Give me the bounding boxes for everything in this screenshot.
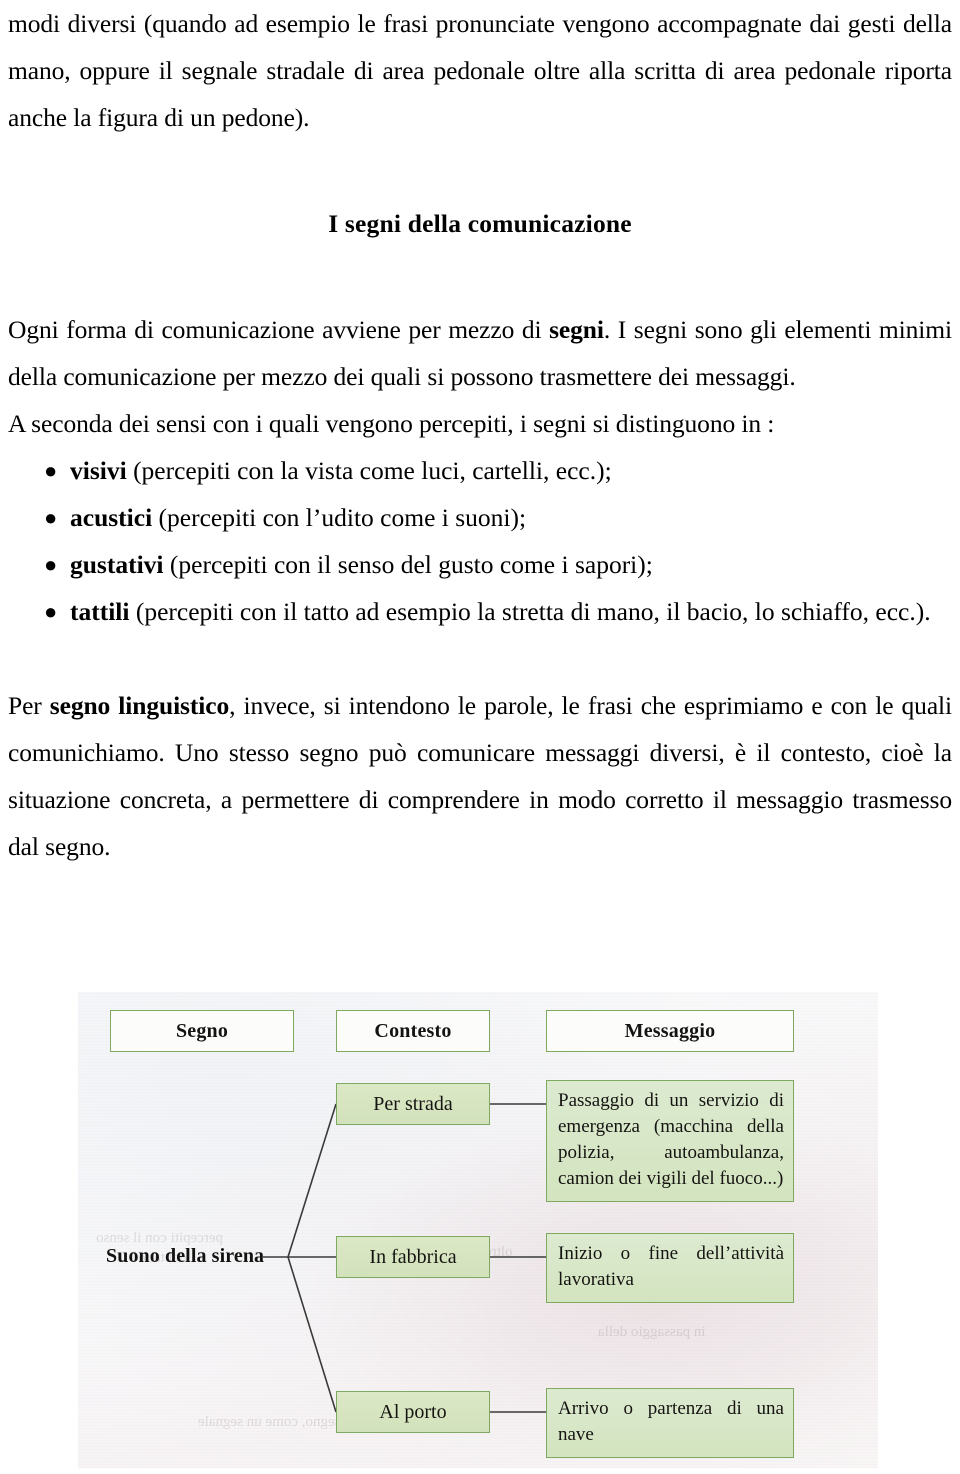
context-box-al-porto: Al porto [336,1391,490,1433]
list-item-description: (percepiti con il tatto ad esempio la st… [129,597,931,626]
paragraph-senses: A seconda dei sensi con i quali vengono … [8,409,775,438]
sign-label-suono-della-sirena: Suono della sirena [106,1245,265,1267]
list-item-term: visivi [70,456,127,485]
message-box-arrivo-partenza-nave: Arrivo o partenza di una nave [546,1388,794,1458]
document-text-column: modi diversi (quando ad esempio le frasi… [8,0,952,870]
bullet-icon: ● [44,505,58,530]
list-item-term: gustativi [70,550,164,579]
bullet-icon: ● [44,458,58,483]
intro-text-part1: Ogni forma di comunicazione avviene per … [8,315,550,344]
document-page: modi diversi (quando ad esempio le frasi… [0,0,960,1474]
context-box-in-fabbrica: In fabbrica [336,1236,490,1278]
list-item: ● acustici (percepiti con l’udito come i … [8,494,952,541]
context-box-per-strada: Per strada [336,1083,490,1125]
list-item-description: (percepiti con il senso del gusto come i… [163,550,653,579]
bullet-icon: ● [44,599,58,624]
list-item: ● tattili (percepiti con il tatto ad esem… [8,588,952,635]
column-header-segno: Segno [110,1010,294,1052]
column-header-messaggio: Messaggio [546,1010,794,1052]
sign-types-list: ● visivi (percepiti con la vista come luc… [8,447,952,635]
linguistic-bold-term: segno linguistico [49,691,230,720]
message-box-attivita-lavorativa: Inizio o fine dell’attività lavorativa [546,1233,794,1303]
column-header-contesto: Contesto [336,1010,490,1052]
list-item-description: (percepiti con l’udito come i suoni); [152,503,527,532]
list-item-description: (percepiti con la vista come luci, carte… [126,456,612,485]
figure-sign-context-message-diagram: percepiti con il senso del tatto sono gl… [78,992,878,1468]
list-item-term: acustici [70,503,153,532]
list-item-term: tattili [70,597,130,626]
list-item: ● visivi (percepiti con la vista come luc… [8,447,952,494]
paragraph-linguistic-sign: Per segno linguistico, invece, si intend… [8,682,952,870]
linguistic-text-part1: Per [8,691,50,720]
paragraph-intro: Ogni forma di comunicazione avviene per … [8,306,952,400]
section-heading: I segni della comunicazione [328,209,632,238]
message-box-emergenza: Passaggio di un servizio di emergenza (m… [546,1080,794,1202]
list-item: ● gustativi (percepiti con il senso del g… [8,541,952,588]
intro-bold-segni: segni [549,315,604,344]
bullet-icon: ● [44,552,58,577]
paragraph-continuation: modi diversi (quando ad esempio le frasi… [8,9,952,132]
